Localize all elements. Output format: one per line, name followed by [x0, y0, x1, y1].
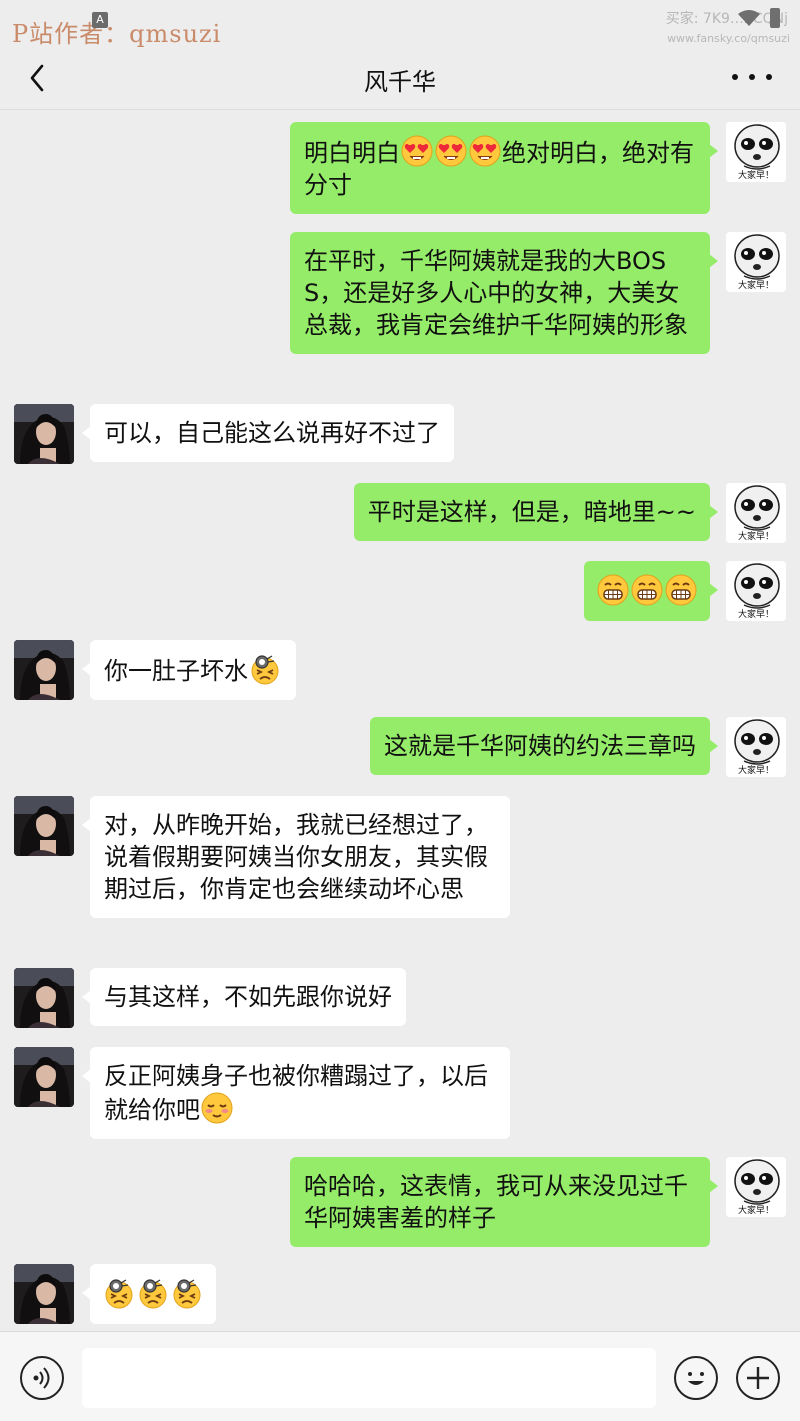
contact-avatar[interactable] — [14, 1264, 74, 1324]
avatar-caption: 大家早！ — [737, 610, 774, 620]
grin-emoji — [597, 574, 629, 606]
avatar-caption: 大家早！ — [737, 1206, 774, 1216]
message-input[interactable] — [82, 1348, 656, 1408]
message-bubble-other[interactable]: 对，从昨晚开始，我就已经想过了，说着假期要阿姨当你女朋友，其实假期过后，你肯定也… — [82, 796, 510, 918]
message-row: 明白明白 绝对明白，绝对有分寸 大家早！ — [0, 122, 800, 214]
emoji-picker-button[interactable] — [674, 1356, 718, 1400]
message-bubble-me[interactable]: 哈哈哈，这表情，我可从来没见过千华阿姨害羞的样子 — [290, 1157, 718, 1247]
message-bubble-me[interactable]: 平时是这样，但是，暗地里~~ — [353, 483, 719, 541]
message-row: 可以，自己能这么说再好不过了 — [0, 404, 800, 464]
more-dot-icon — [766, 74, 772, 80]
message-row: 与其这样，不如先跟你说好 — [0, 968, 800, 1028]
grin-emoji — [631, 574, 663, 606]
message-bubble-other[interactable]: 你一肚子坏水 — [82, 640, 296, 700]
message-text: 反正阿姨身子也被你糟蹋过了，以后就给你吧 — [104, 1062, 488, 1124]
avatar-photo-icon — [14, 968, 74, 1028]
more-options-button[interactable] — [732, 62, 772, 92]
contact-avatar[interactable] — [14, 1047, 74, 1107]
status-icons — [738, 8, 780, 28]
voice-icon — [33, 1367, 50, 1389]
message-row — [0, 1264, 800, 1324]
message-bubble-me[interactable]: 这就是千华阿姨的约法三章吗 — [370, 717, 718, 775]
my-avatar[interactable]: 大家早！ — [726, 232, 786, 292]
status-bar: P站作者：qmsuzi A 买家: 7K9…2CQNj www.fansky.c… — [0, 0, 800, 48]
message-row: 大家早！ — [0, 561, 800, 621]
message-row: 这就是千华阿姨的约法三章吗 大家早！ — [0, 717, 800, 777]
shocked-eyes-emoji — [171, 1277, 203, 1309]
my-avatar[interactable]: 大家早！ — [726, 122, 786, 182]
avatar-caption: 大家早！ — [737, 281, 774, 291]
battery-icon — [770, 8, 780, 28]
more-dot-icon — [749, 74, 755, 80]
shocked-eyes-emoji — [249, 653, 281, 685]
message-text: 与其这样，不如先跟你说好 — [104, 983, 392, 1011]
my-avatar[interactable]: 大家早！ — [726, 717, 786, 777]
voice-input-button[interactable] — [20, 1356, 64, 1400]
avatar-photo-icon — [14, 404, 74, 464]
message-bubble-other[interactable] — [82, 1264, 216, 1324]
message-row: 在平时，千华阿姨就是我的大BOSS，还是好多人心中的女神，大美女总裁，我肯定会维… — [0, 232, 800, 388]
chat-title: 风千华 — [364, 68, 436, 96]
my-avatar[interactable]: 大家早！ — [726, 483, 786, 543]
blush-emoji — [201, 1092, 233, 1124]
heart-eyes-emoji — [435, 135, 467, 167]
avatar-photo-icon — [14, 640, 74, 700]
avatar-photo-icon — [14, 1264, 74, 1324]
chat-header: 风千华 — [0, 48, 800, 110]
heart-eyes-emoji — [469, 135, 501, 167]
message-bubble-other[interactable]: 可以，自己能这么说再好不过了 — [82, 404, 454, 462]
message-bubble-me[interactable]: 明白明白 绝对明白，绝对有分寸 — [290, 122, 718, 214]
my-avatar[interactable]: 大家早！ — [726, 561, 786, 621]
message-text: 哈哈哈，这表情，我可从来没见过千华阿姨害羞的样子 — [304, 1172, 688, 1232]
message-row: 你一肚子坏水 — [0, 640, 800, 700]
message-text: 在平时，千华阿姨就是我的大BOSS，还是好多人心中的女神，大美女总裁，我肯定会维… — [304, 247, 688, 339]
message-bubble-me[interactable]: 在平时，千华阿姨就是我的大BOSS，还是好多人心中的女神，大美女总裁，我肯定会维… — [290, 232, 718, 354]
message-text: 明白明白 — [304, 139, 400, 167]
contact-avatar[interactable] — [14, 968, 74, 1028]
avatar-caption: 大家早！ — [737, 532, 774, 542]
shocked-eyes-emoji — [137, 1277, 169, 1309]
more-dot-icon — [732, 74, 738, 80]
message-bubble-other[interactable]: 反正阿姨身子也被你糟蹋过了，以后就给你吧 — [82, 1047, 510, 1139]
watermark-author: P站作者：qmsuzi — [12, 20, 222, 48]
message-bubble-me[interactable] — [584, 561, 718, 621]
wifi-icon — [738, 10, 760, 26]
message-row: 平时是这样，但是，暗地里~~ 大家早！ — [0, 483, 800, 543]
message-text: 你一肚子坏水 — [104, 657, 248, 685]
grin-emoji — [665, 574, 697, 606]
input-bar — [0, 1331, 800, 1421]
smiley-icon — [688, 1372, 704, 1385]
avatar-photo-icon — [14, 796, 74, 856]
avatar-photo-icon — [14, 1047, 74, 1107]
contact-avatar[interactable] — [14, 796, 74, 856]
message-row: 反正阿姨身子也被你糟蹋过了，以后就给你吧 — [0, 1047, 800, 1139]
heart-eyes-emoji — [401, 135, 433, 167]
message-text: 可以，自己能这么说再好不过了 — [104, 419, 440, 447]
notification-a-icon: A — [92, 12, 108, 28]
plus-icon — [747, 1367, 769, 1389]
watermark-url: www.fansky.co/qmsuzi — [667, 32, 790, 45]
message-text: 平时是这样，但是，暗地里~~ — [367, 498, 696, 526]
my-avatar[interactable]: 大家早！ — [726, 1157, 786, 1217]
message-list[interactable]: 明白明白 绝对明白，绝对有分寸 大家早！ 在平时，千华阿姨就是我的大BOSS，还是… — [0, 111, 800, 1331]
contact-avatar[interactable] — [14, 404, 74, 464]
avatar-caption: 大家早！ — [737, 171, 774, 181]
message-row: 哈哈哈，这表情，我可从来没见过千华阿姨害羞的样子 大家早！ — [0, 1157, 800, 1249]
message-row: 对，从昨晚开始，我就已经想过了，说着假期要阿姨当你女朋友，其实假期过后，你肯定也… — [0, 796, 800, 952]
message-bubble-other[interactable]: 与其这样，不如先跟你说好 — [82, 968, 406, 1026]
avatar-caption: 大家早！ — [737, 766, 774, 776]
shocked-eyes-emoji — [103, 1277, 135, 1309]
message-text: 对，从昨晚开始，我就已经想过了，说着假期要阿姨当你女朋友，其实假期过后，你肯定也… — [104, 811, 488, 903]
contact-avatar[interactable] — [14, 640, 74, 700]
more-actions-button[interactable] — [736, 1356, 780, 1400]
message-text: 这就是千华阿姨的约法三章吗 — [384, 732, 696, 760]
